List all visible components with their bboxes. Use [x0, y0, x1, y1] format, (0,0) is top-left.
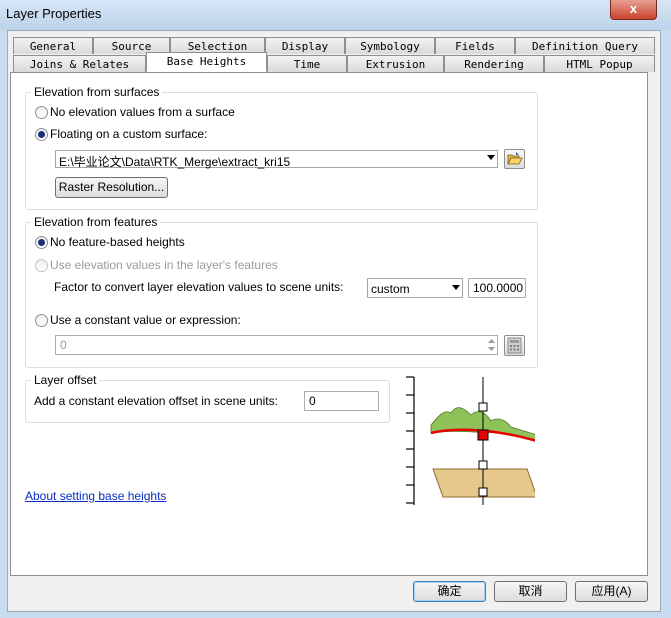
no-feature-heights-radio[interactable]	[35, 236, 48, 249]
factor-value-input[interactable]: 100.0000	[468, 278, 526, 298]
constant-expression-input[interactable]: 0	[55, 335, 498, 355]
floating-surface-radio[interactable]	[35, 128, 48, 141]
tab-time[interactable]: Time	[267, 55, 347, 72]
tab-fields[interactable]: Fields	[435, 37, 515, 54]
chevron-down-icon	[452, 285, 460, 290]
no-elevation-label: No elevation values from a surface	[50, 105, 235, 119]
floating-surface-label: Floating on a custom surface:	[50, 127, 208, 141]
raster-resolution-button[interactable]: Raster Resolution...	[55, 177, 168, 198]
factor-unit-select[interactable]: custom	[367, 278, 463, 298]
tab-display[interactable]: Display	[265, 37, 345, 54]
no-feature-heights-label: No feature-based heights	[50, 235, 185, 249]
ok-button[interactable]: 确定	[413, 581, 486, 602]
offset-label: Add a constant elevation offset in scene…	[34, 394, 278, 408]
use-layer-elevation-radio[interactable]	[35, 259, 48, 272]
cancel-button[interactable]: 取消	[494, 581, 567, 602]
tab-definition-query[interactable]: Definition Query	[515, 37, 655, 54]
tab-general[interactable]: General	[13, 37, 93, 54]
spinner-arrows-icon[interactable]	[487, 337, 496, 353]
tab-html-popup[interactable]: HTML Popup	[544, 55, 655, 72]
tab-extrusion[interactable]: Extrusion	[347, 55, 444, 72]
offset-legend: Layer offset	[31, 373, 100, 387]
close-button[interactable]: x	[610, 0, 657, 20]
features-legend: Elevation from features	[31, 215, 161, 229]
no-elevation-radio[interactable]	[35, 106, 48, 119]
factor-label: Factor to convert layer elevation values…	[54, 280, 344, 294]
folder-open-icon	[507, 152, 523, 165]
base-heights-page: Elevation from surfaces No elevation val…	[10, 72, 648, 576]
tab-base-heights[interactable]: Base Heights	[146, 52, 267, 72]
constant-value-radio[interactable]	[35, 314, 48, 327]
tab-symbology[interactable]: Symbology	[345, 37, 435, 54]
chevron-down-icon	[487, 155, 495, 160]
about-base-heights-link[interactable]: About setting base heights	[25, 489, 166, 503]
base-height-illustration	[406, 376, 535, 505]
use-layer-elevation-label: Use elevation values in the layer's feat…	[50, 258, 278, 272]
calculator-icon	[507, 337, 522, 354]
surface-path-value: E:\毕业论文\Data\RTK_Merge\extract_kri15	[59, 155, 291, 169]
factor-unit-value: custom	[371, 282, 410, 296]
apply-button[interactable]: 应用(A)	[575, 581, 648, 602]
window-title: Layer Properties	[6, 6, 102, 21]
browse-folder-button[interactable]	[504, 149, 525, 169]
tab-joins-relates[interactable]: Joins & Relates	[13, 55, 146, 72]
expression-calculator-button[interactable]	[504, 335, 525, 356]
tab-rendering[interactable]: Rendering	[444, 55, 544, 72]
title-bar: Layer Properties x	[0, 0, 671, 30]
surfaces-legend: Elevation from surfaces	[31, 85, 163, 99]
constant-value-label: Use a constant value or expression:	[50, 313, 241, 327]
surface-path-select[interactable]: E:\毕业论文\Data\RTK_Merge\extract_kri15	[55, 150, 498, 169]
offset-value-input[interactable]: 0	[304, 391, 379, 411]
